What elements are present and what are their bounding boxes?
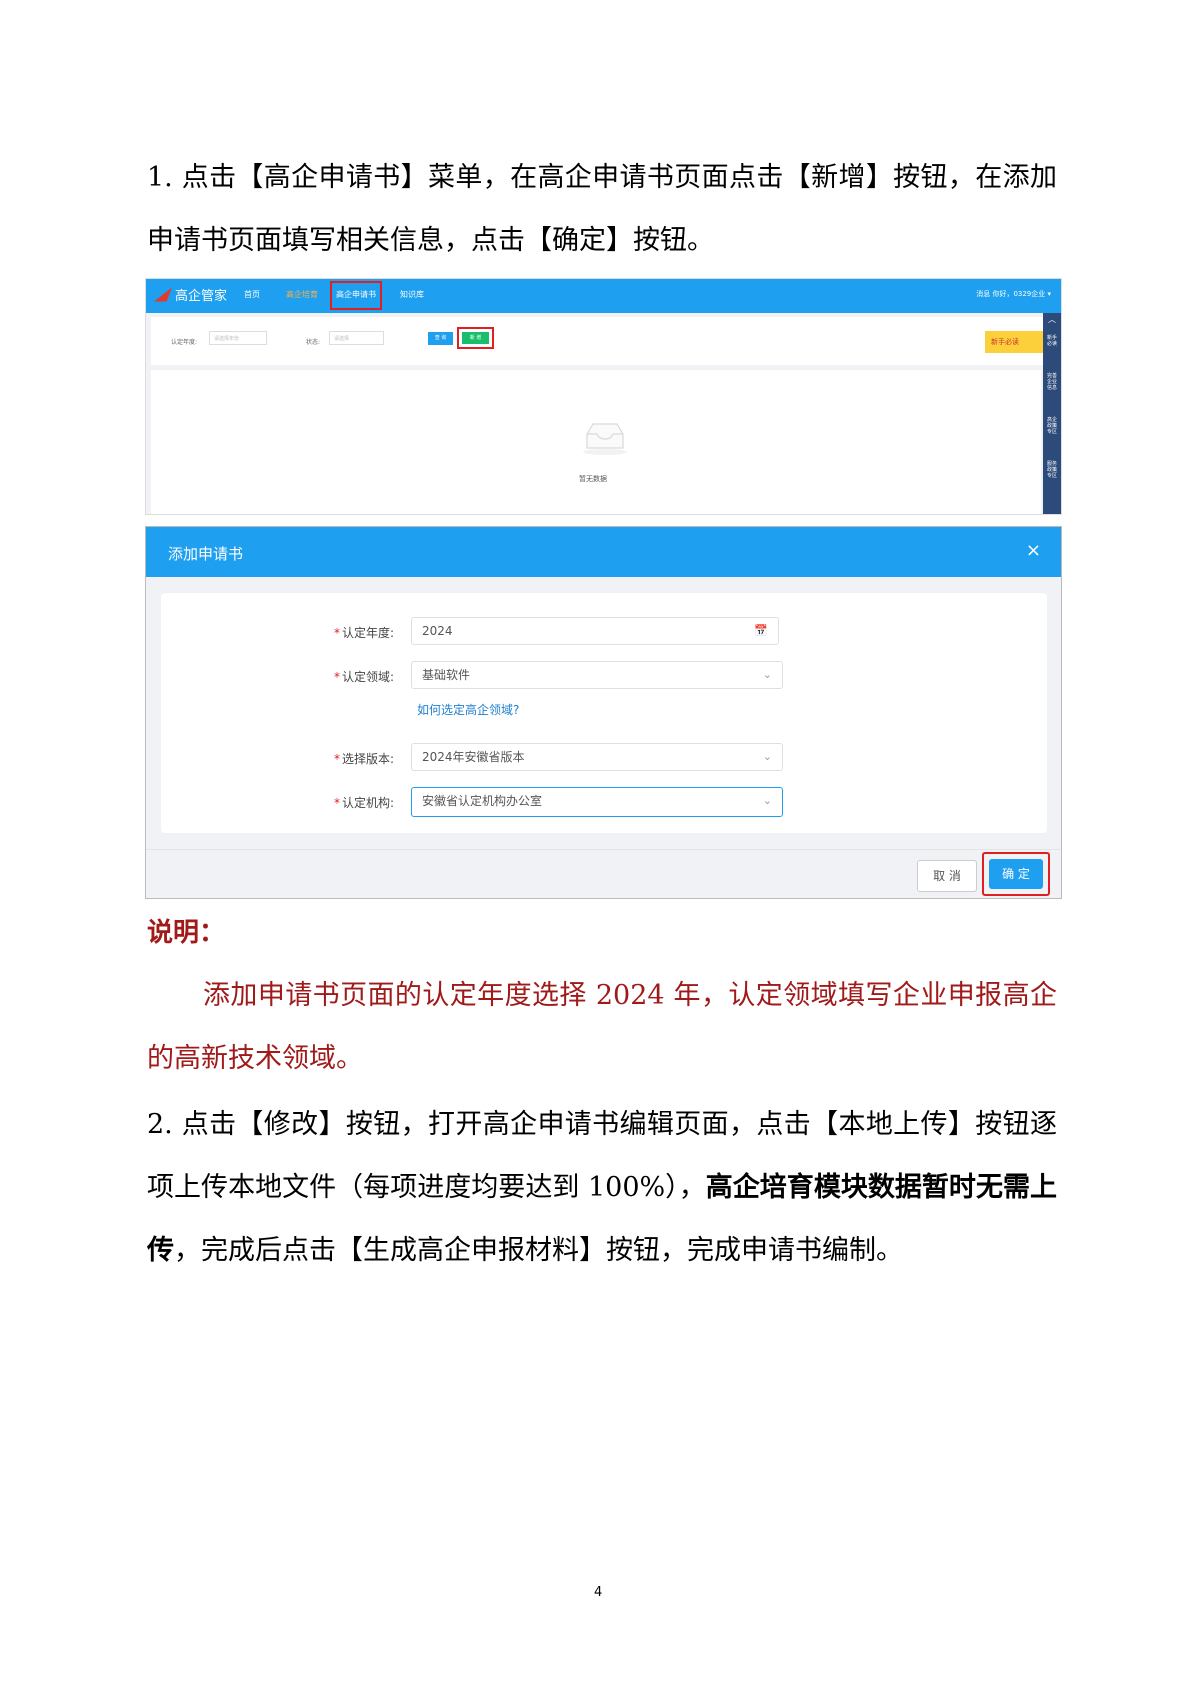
screenshot-add-dialog: 添加申请书 × * 认定年度: 2024 📅 * 认定领域: 基础软件 ⌄ 如何选定…	[145, 526, 1062, 899]
how-to-select-field-link[interactable]: 如何选定高企领域?	[417, 701, 519, 718]
logo-icon	[154, 287, 172, 302]
top-navbar: 高企管家 首页 高企培育 高企申请书 知识库 消息 你好，0329企业 ▾	[146, 279, 1061, 313]
dialog-form: * 认定年度: 2024 📅 * 认定领域: 基础软件 ⌄ 如何选定高企领域? * 选…	[161, 593, 1047, 833]
filter-bar: 认定年度: 请选择年份 状态: 请选择 查 询 新 增 新手必读	[151, 317, 1051, 365]
calendar-icon: 📅	[754, 624, 768, 637]
nav-application[interactable]: 高企申请书	[330, 281, 382, 310]
screenshot-application-list: 高企管家 首页 高企培育 高企申请书 知识库 消息 你好，0329企业 ▾ 认定…	[145, 278, 1062, 515]
empty-text: 暂无数据	[579, 475, 607, 483]
step2-paragraph: 2. 点击【修改】按钮，打开高企申请书编辑页面，点击【本地上传】按钮逐项上传本地…	[147, 1109, 1058, 1266]
add-button[interactable]: 新 增	[462, 332, 489, 344]
dialog-title: 添加申请书	[168, 545, 244, 563]
confirm-button-highlight: 确 定	[982, 852, 1050, 896]
add-button-highlight: 新 增	[457, 327, 494, 349]
year-label: * 认定年度:	[333, 626, 394, 640]
search-button[interactable]: 查 询	[428, 332, 453, 345]
chevron-down-icon: ⌄	[762, 794, 772, 807]
confirm-button[interactable]: 确 定	[989, 859, 1043, 889]
step1-paragraph: 1. 点击【高企申请书】菜单，在高企申请书页面点击【新增】按钮，在添加申请书页面…	[147, 162, 1057, 256]
nav-knowledge[interactable]: 知识库	[400, 289, 424, 300]
page-number: 4	[594, 1585, 603, 1600]
nav-cultivation[interactable]: 高企培育	[286, 289, 318, 300]
agency-label: * 认定机构:	[333, 796, 394, 810]
field-select[interactable]: 基础软件 ⌄	[411, 661, 783, 689]
app-logo[interactable]: 高企管家	[154, 285, 227, 304]
rail-item-service[interactable]: 服务政策专区	[1045, 461, 1059, 479]
chevron-down-icon: ⌄	[762, 668, 772, 681]
rail-item-company-info[interactable]: 完善企业信息	[1045, 373, 1059, 391]
rail-item-policy[interactable]: 高企政策专区	[1045, 417, 1059, 435]
version-select[interactable]: 2024年安徽省版本 ⌄	[411, 743, 783, 771]
year-filter-input[interactable]: 请选择年份	[209, 331, 267, 345]
note-paragraph: 添加申请书页面的认定年度选择 2024 年，认定领域填写企业申报高企的高新技术领…	[147, 980, 1057, 1074]
year-filter-label: 认定年度:	[171, 339, 198, 346]
agency-select[interactable]: 安徽省认定机构办公室 ⌄	[411, 787, 783, 817]
dialog-header: 添加申请书 ×	[146, 527, 1061, 577]
note-heading: 说明：	[147, 918, 226, 948]
user-menu[interactable]: 消息 你好，0329企业 ▾	[976, 289, 1051, 299]
field-label: * 认定领域:	[333, 670, 394, 684]
right-sidebar: ︿ 新手必读 完善企业信息 高企政策专区 服务政策专区	[1043, 313, 1061, 514]
nav-home[interactable]: 首页	[244, 289, 260, 300]
version-label: * 选择版本:	[333, 752, 394, 766]
empty-inbox-icon	[583, 423, 627, 455]
rail-item-guide[interactable]: 新手必读	[1045, 335, 1059, 347]
status-filter-label: 状态:	[306, 339, 321, 346]
cancel-button[interactable]: 取 消	[917, 860, 977, 892]
status-filter-select[interactable]: 请选择	[329, 331, 384, 345]
collapse-icon[interactable]: ︿	[1045, 316, 1059, 324]
dialog-footer-divider	[146, 849, 1061, 850]
year-input[interactable]: 2024 📅	[411, 617, 779, 645]
chevron-down-icon: ⌄	[762, 750, 772, 763]
close-icon[interactable]: ×	[1026, 540, 1041, 561]
beginner-guide-button[interactable]: 新手必读	[985, 331, 1045, 353]
list-content: 暂无数据	[151, 370, 1041, 514]
